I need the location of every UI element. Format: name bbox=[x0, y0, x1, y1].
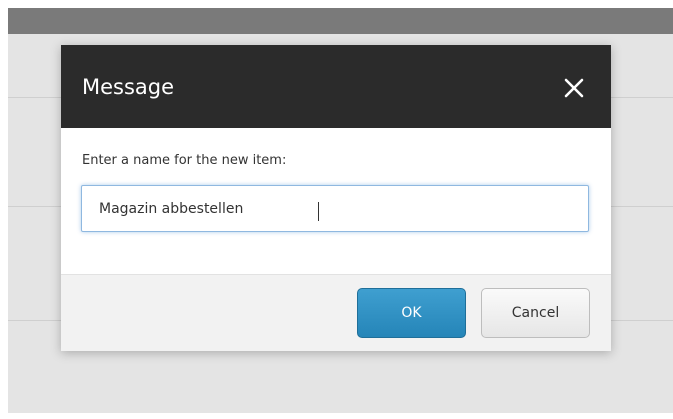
cancel-button[interactable]: Cancel bbox=[481, 288, 590, 338]
background-bottom-strip bbox=[8, 413, 673, 419]
dialog-title: Message bbox=[82, 75, 175, 99]
name-prompt-label: Enter a name for the new item: bbox=[82, 153, 287, 168]
close-icon bbox=[564, 78, 584, 98]
item-name-input[interactable] bbox=[81, 185, 589, 232]
text-caret bbox=[318, 202, 319, 221]
close-button[interactable] bbox=[558, 72, 590, 104]
dialog-header: Message bbox=[61, 45, 611, 128]
background-top-bar bbox=[8, 8, 673, 34]
message-dialog: Message Enter a name for the new item: O… bbox=[61, 45, 611, 351]
ok-button[interactable]: OK bbox=[357, 288, 466, 338]
dialog-footer: OK Cancel bbox=[61, 274, 611, 351]
